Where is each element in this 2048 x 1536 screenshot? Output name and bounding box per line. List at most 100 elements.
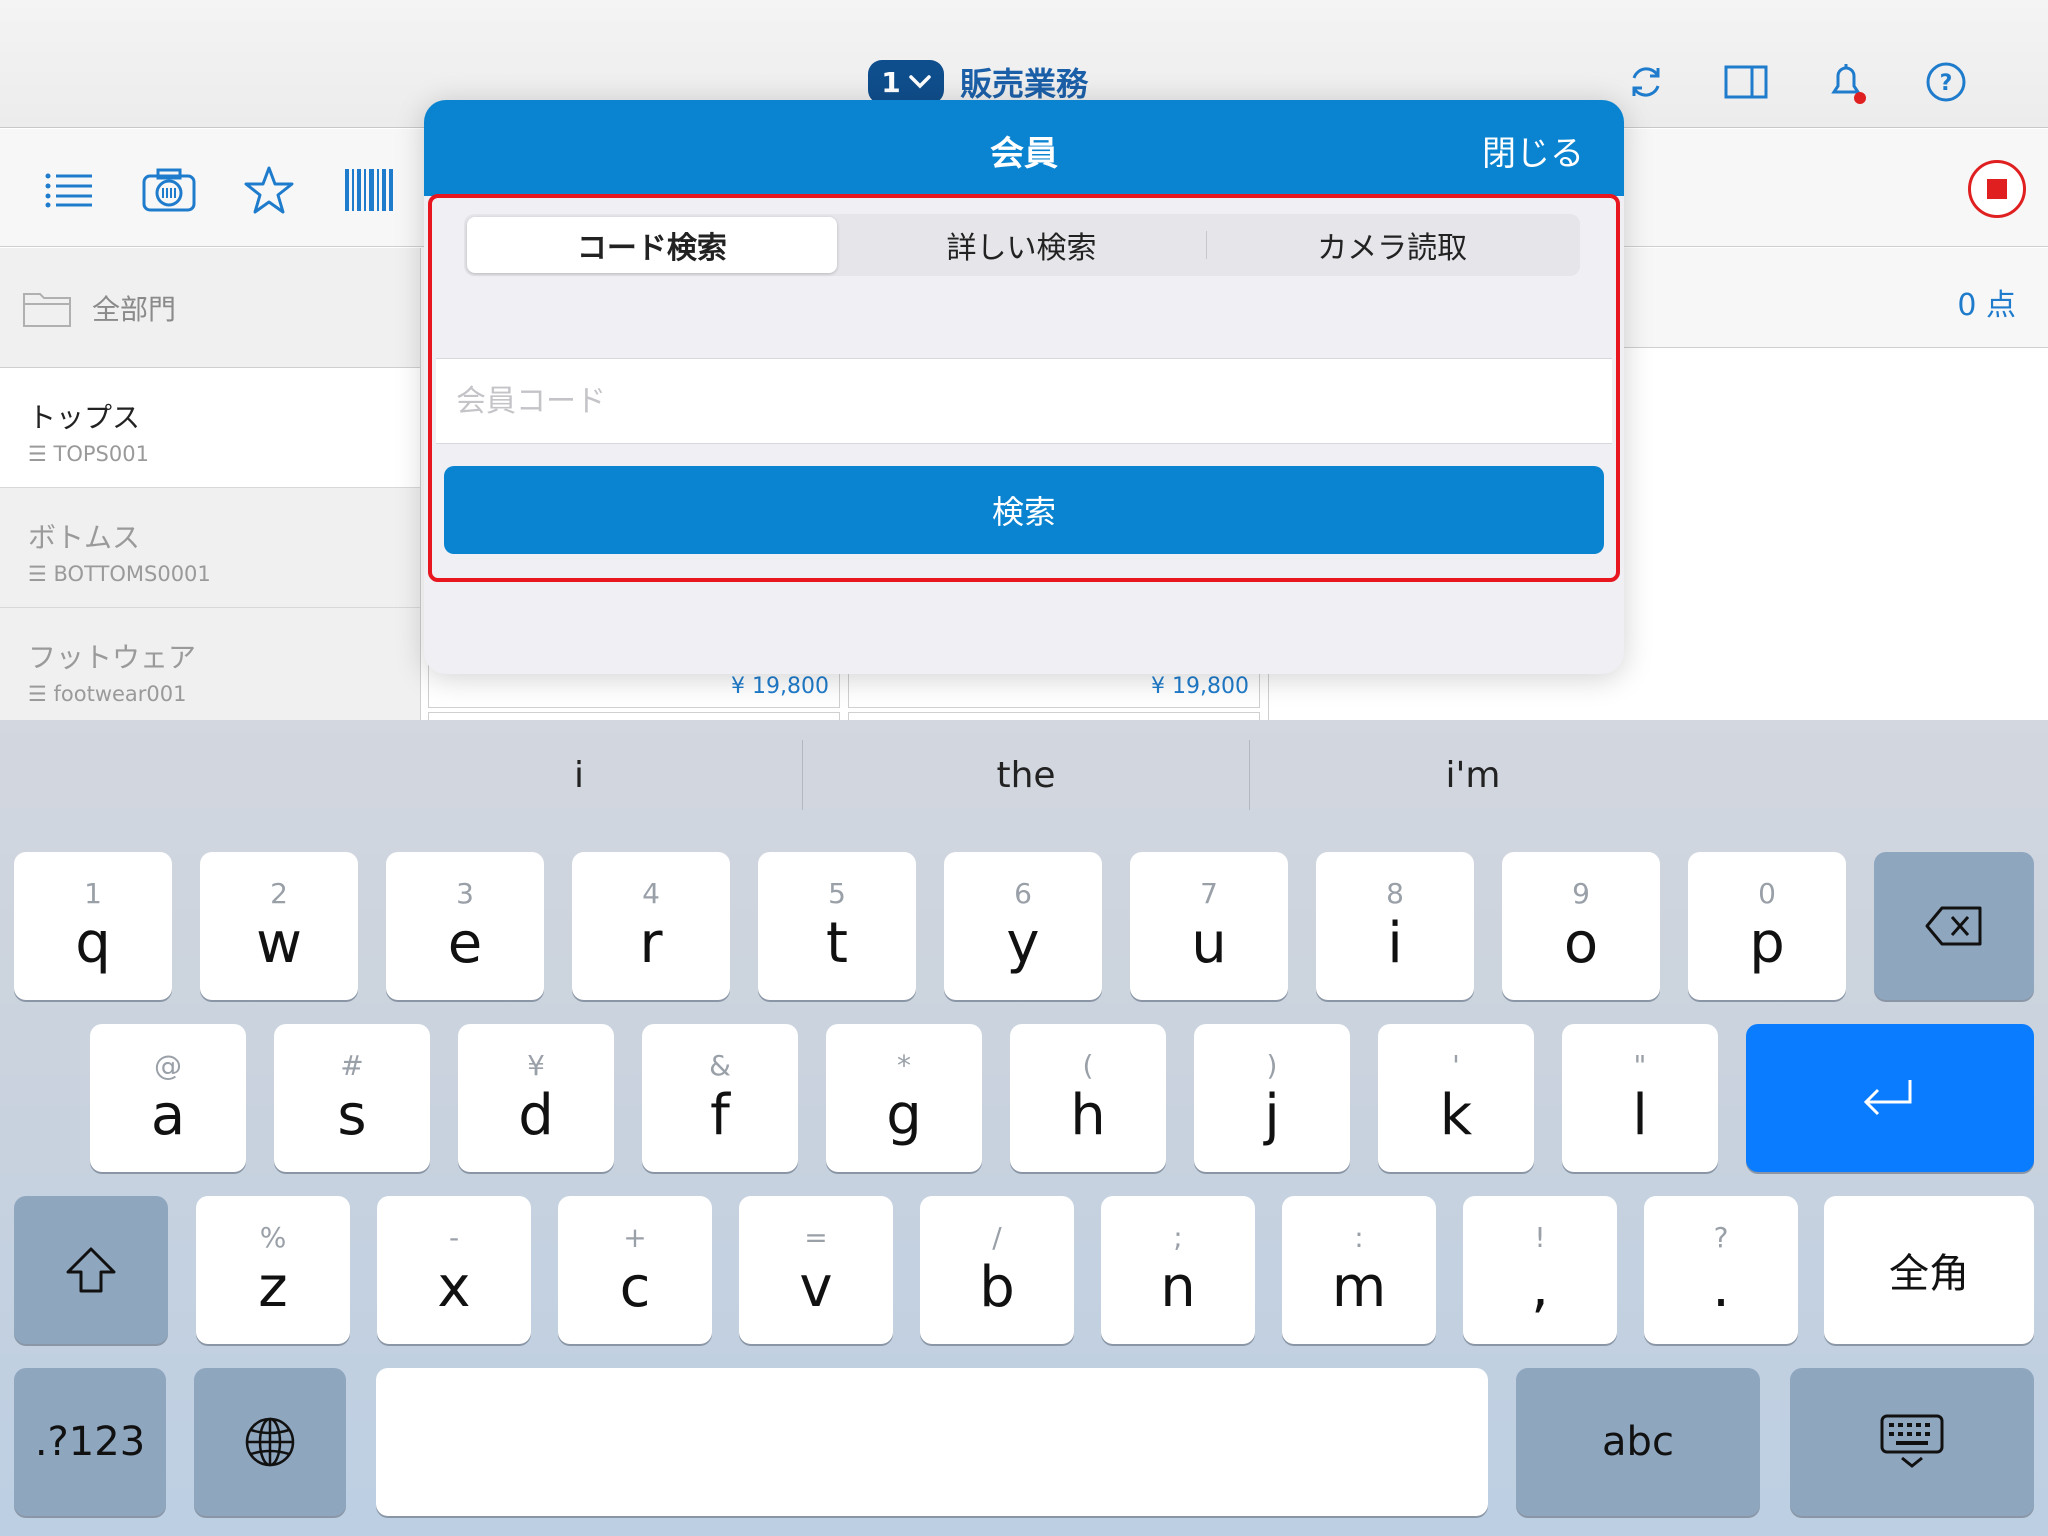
space-key[interactable] (376, 1368, 1488, 1516)
key-label: k (1439, 1083, 1473, 1148)
key-label: v (799, 1255, 833, 1320)
department-selector[interactable]: 全部門 (0, 248, 420, 368)
hide-keyboard-key[interactable] (1790, 1368, 2034, 1516)
chevron-down-icon (908, 75, 931, 89)
suggestion-bar: i the i'm (0, 720, 2048, 830)
key-label: l (1632, 1083, 1648, 1148)
key-l[interactable]: " l (1562, 1024, 1718, 1172)
category-code: ☰ BOTTOMS0001 (28, 562, 211, 586)
svg-text:?: ? (1940, 71, 1953, 96)
close-button[interactable]: 閉じる (1482, 126, 1584, 175)
help-icon[interactable]: ? (1924, 60, 1968, 104)
key-label: x (437, 1255, 471, 1320)
key-g[interactable]: * g (826, 1024, 982, 1172)
key-label: i (1387, 911, 1403, 976)
numbers-label: .?123 (34, 1419, 146, 1465)
refresh-icon[interactable] (1624, 60, 1668, 104)
key-k[interactable]: ' k (1378, 1024, 1534, 1172)
bell-icon[interactable] (1824, 60, 1868, 104)
key-r[interactable]: 4r (572, 852, 730, 1000)
key-comma[interactable]: !, (1463, 1196, 1617, 1344)
key-period[interactable]: ?. (1644, 1196, 1798, 1344)
session-selector[interactable]: 1 (868, 60, 944, 104)
barcode-icon[interactable] (342, 163, 396, 217)
backspace-key[interactable] (1874, 852, 2034, 1000)
key-label: a (150, 1083, 186, 1148)
category-code: ☰ footwear001 (28, 682, 187, 706)
key-p[interactable]: 0p (1688, 852, 1846, 1000)
key-label: p (1749, 911, 1785, 976)
key-label: z (258, 1255, 288, 1320)
shift-key[interactable] (14, 1196, 168, 1344)
key-c[interactable]: + c (558, 1196, 712, 1344)
camera-scan-icon[interactable] (142, 163, 196, 217)
key-d[interactable]: ¥ d (458, 1024, 614, 1172)
member-modal: 会員 閉じる コード検索 詳しい検索 カメラ読取 検索 (424, 100, 1624, 674)
key-w[interactable]: 2w (200, 852, 358, 1000)
folder-icon (23, 292, 71, 327)
key-label: q (75, 911, 111, 976)
abc-key[interactable]: abc (1516, 1368, 1760, 1516)
item-count: 0 点 (1957, 288, 2016, 323)
key-q[interactable]: 1q (14, 852, 172, 1000)
key-a[interactable]: @ a (90, 1024, 246, 1172)
key-i[interactable]: 8i (1316, 852, 1474, 1000)
key-label: r (639, 911, 663, 976)
highlight-frame (428, 194, 1620, 582)
modal-header: 会員 閉じる (424, 100, 1624, 196)
key-label: s (337, 1083, 367, 1148)
shift-icon (66, 1247, 116, 1293)
product-price: ¥ 19,800 (731, 674, 829, 699)
modal-title: 会員 (990, 134, 1058, 174)
department-label: 全部門 (92, 292, 177, 326)
key-x[interactable]: -x (377, 1196, 531, 1344)
key-label: h (1070, 1083, 1106, 1148)
return-icon (1863, 1080, 1912, 1116)
split-view-icon[interactable] (1724, 60, 1768, 104)
page-title: 販売業務 (960, 65, 1089, 103)
category-name: フットウェア (28, 641, 197, 674)
key-label: d (518, 1083, 554, 1148)
category-item-tops[interactable]: トップス ☰ TOPS001 (0, 368, 420, 488)
key-t[interactable]: 5t (758, 852, 916, 1000)
globe-key[interactable] (194, 1368, 346, 1516)
session-number: 1 (881, 65, 901, 99)
stop-icon (1987, 179, 2007, 199)
key-label: j (1264, 1083, 1280, 1148)
category-name: ボトムス (28, 521, 141, 554)
key-j[interactable]: ) j (1194, 1024, 1350, 1172)
key-e[interactable]: 3e (386, 852, 544, 1000)
category-item-bottoms[interactable]: ボトムス ☰ BOTTOMS0001 (0, 488, 420, 608)
suggestion-item[interactable]: the (803, 720, 1249, 830)
key-u[interactable]: 7u (1130, 852, 1288, 1000)
key-label: m (1331, 1255, 1387, 1320)
menu-list-icon[interactable] (42, 163, 96, 217)
key-m[interactable]: :m (1282, 1196, 1436, 1344)
key-n[interactable]: ; n (1101, 1196, 1255, 1344)
fullwidth-key[interactable]: 全角 (1824, 1196, 2034, 1344)
key-label: , (1531, 1255, 1549, 1320)
key-s[interactable]: # s (274, 1024, 430, 1172)
stop-button[interactable] (1968, 160, 2026, 218)
on-screen-keyboard: i the i'm 1 q 2 w 3 e 4 r 5 t 6 y 7 u 8 i 9 o 0 p @ a # s ¥ d & f * g… (0, 720, 2048, 1536)
suggestion-item[interactable]: i (356, 720, 802, 830)
product-price: ¥ 19,800 (1151, 674, 1249, 699)
category-item-footwear[interactable]: フットウェア ☰ footwear001 (0, 608, 420, 728)
key-z[interactable]: % z (196, 1196, 350, 1344)
key-b[interactable]: / b (920, 1196, 1074, 1344)
key-y[interactable]: 6y (944, 852, 1102, 1000)
key-f[interactable]: & f (642, 1024, 798, 1172)
return-key[interactable] (1746, 1024, 2034, 1172)
suggestion-item[interactable]: i'm (1250, 720, 1696, 830)
key-o[interactable]: 9o (1502, 852, 1660, 1000)
key-label: c (619, 1255, 651, 1320)
panel-divider (420, 248, 421, 720)
key-v[interactable]: = v (739, 1196, 893, 1344)
numbers-key[interactable]: .?123 (14, 1368, 166, 1516)
category-name: トップス (28, 401, 141, 434)
key-label: o (1563, 911, 1599, 976)
key-h[interactable]: (h (1010, 1024, 1166, 1172)
star-icon[interactable] (242, 163, 296, 217)
key-label: u (1191, 911, 1227, 976)
key-label: . (1712, 1255, 1730, 1320)
